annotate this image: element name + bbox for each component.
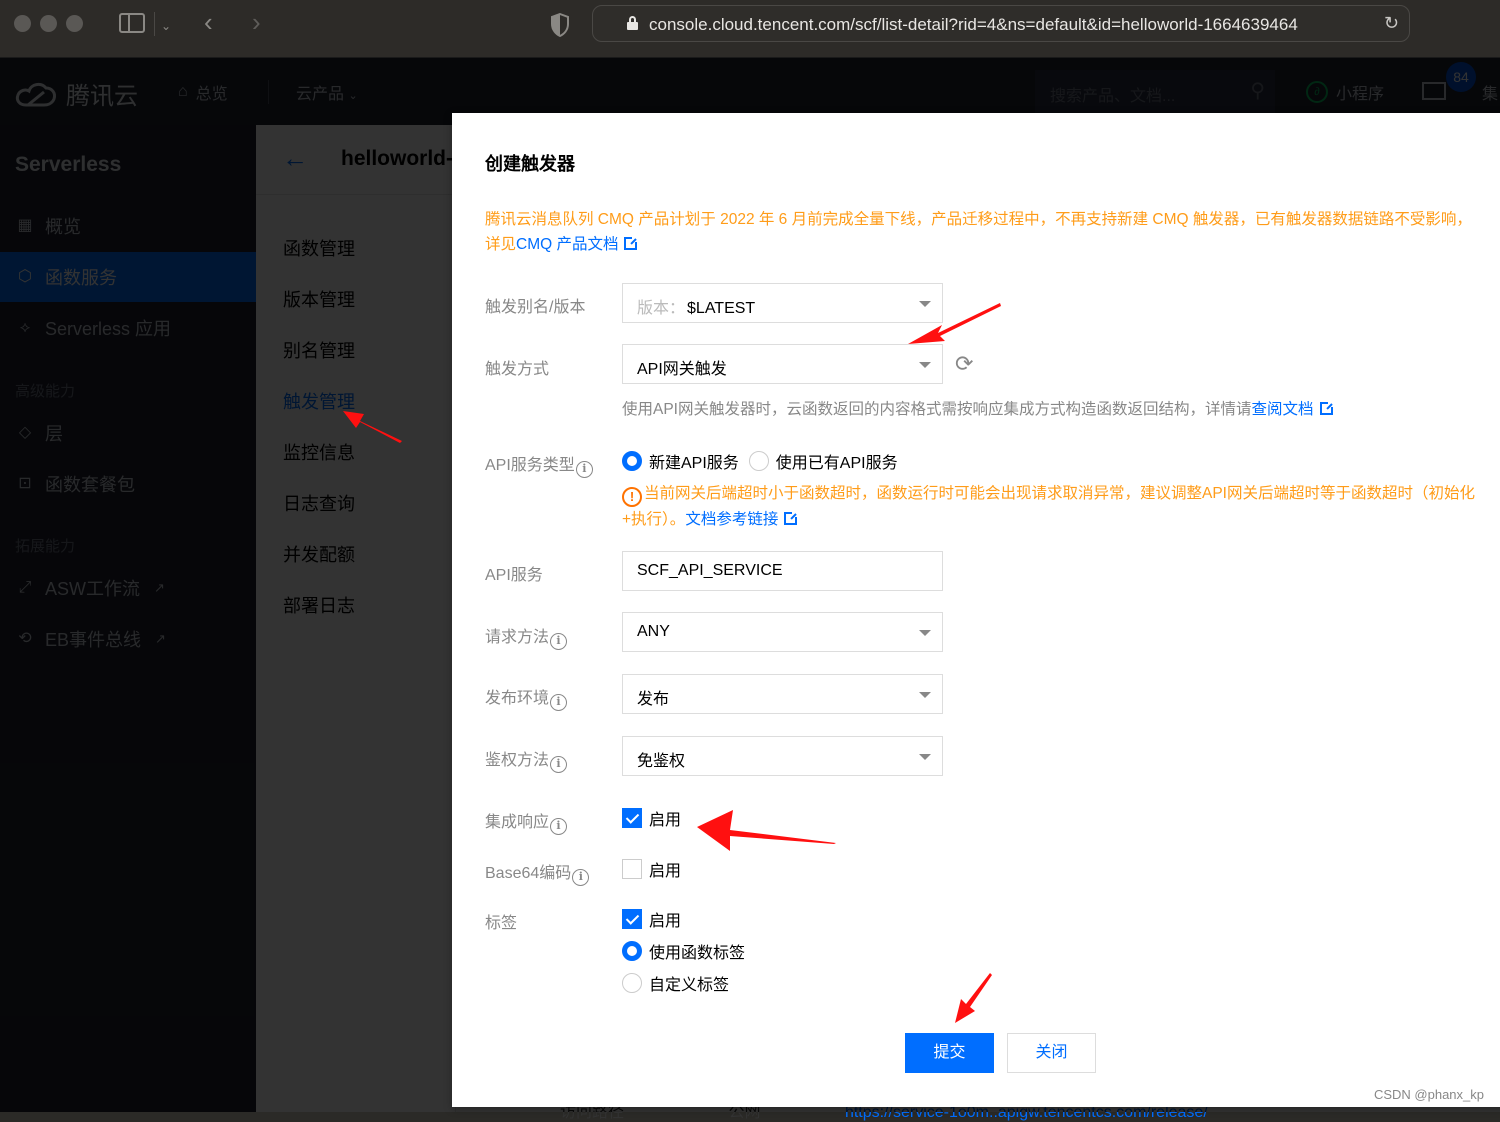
label-text: API服务类型 [485,457,575,474]
publish-env-label: 发布环境 i [485,684,568,711]
sidebar-toggle-icon[interactable] [119,13,145,33]
submit-button[interactable]: 提交 [905,1033,994,1073]
caret-down-icon [919,301,931,307]
publish-env-select[interactable]: 发布 [622,674,943,714]
radio-new-api-service[interactable] [622,451,642,471]
dialog-title: 创建触发器 [485,154,575,174]
cmq-docs-link[interactable]: CMQ 产品文档 [516,236,618,253]
caret-down-icon [919,692,931,698]
request-method-label: 请求方法 i [485,623,568,650]
trigger-type-select[interactable]: API网关触发 [622,344,943,384]
radio-selected[interactable] [622,941,642,961]
label-text: Base64编码 [485,865,572,882]
info-icon[interactable]: i [550,818,568,835]
integration-response-checkbox[interactable]: 启用 [622,806,681,830]
caret-down-icon [919,754,931,760]
api-service-label: API服务 [485,567,543,584]
trigger-type-label: 触发方式 [485,361,550,378]
info-icon[interactable]: i [575,461,593,478]
trigger-help-text: 使用API网关触发器时，云函数返回的内容格式需按响应集成方式构造函数返回结构，详… [622,397,1334,419]
radio-existing-api-service[interactable] [748,451,769,471]
address-bar[interactable]: console.cloud.tencent.com/scf/list-detai… [592,5,1410,42]
checkbox-checked[interactable] [622,808,642,828]
external-link-icon[interactable] [784,511,799,525]
doc-reference-link[interactable]: 文档参考链接 [685,511,778,528]
external-link-icon[interactable] [1319,401,1334,415]
alias-version-label: 触发别名/版本 [485,299,586,316]
notice-text: 腾讯云消息队列 CMQ 产品计划于 2022 年 6 月前完成全量下线，产品迁移… [485,211,1472,228]
window-maximize-button[interactable] [66,15,83,32]
label-text: 鉴权方法 [485,752,550,769]
tags-checkbox[interactable]: 启用 [622,907,681,931]
auth-method-label: 鉴权方法 i [485,746,568,773]
radio-label[interactable]: 使用函数标签 [649,939,745,963]
base64-label: Base64编码 i [485,859,590,886]
radio-use-function-tags[interactable]: 使用函数标签 [622,939,745,963]
api-service-type-group: 新建API服务 使用已有API服务 [622,449,898,473]
external-link-icon[interactable] [624,236,639,250]
browser-toolbar: ⌄ ‹ › console.cloud.tencent.com/scf/list… [0,0,1500,58]
api-service-type-label: API服务类型 i [485,451,593,478]
window-minimize-button[interactable] [40,15,57,32]
url-text[interactable]: console.cloud.tencent.com/scf/list-detai… [649,15,1369,35]
create-trigger-dialog: 创建触发器 腾讯云消息队列 CMQ 产品计划于 2022 年 6 月前完成全量下… [452,113,1500,1107]
select-prefix: 版本： [637,300,686,317]
back-button[interactable]: ‹ [204,9,213,35]
label-text: 请求方法 [485,629,550,646]
radio-label[interactable]: 使用已有API服务 [776,449,898,473]
alias-version-value: $LATEST [687,300,756,317]
radio-custom-tags[interactable]: 自定义标签 [622,971,729,995]
info-icon[interactable]: i [550,694,568,711]
auth-method-select[interactable]: 免鉴权 [622,736,943,776]
info-icon[interactable]: i [572,869,590,886]
info-icon[interactable]: i [550,756,568,773]
checkbox-label[interactable]: 启用 [649,857,681,881]
auth-method-value: 免鉴权 [637,753,686,770]
publish-env-value: 发布 [637,691,670,708]
view-docs-link[interactable]: 查阅文档 [1252,401,1314,418]
toolbar-divider [154,12,155,36]
radio-unselected[interactable] [622,973,642,993]
refresh-icon[interactable]: ⟳ [955,351,973,377]
api-service-field[interactable] [622,551,943,591]
checkbox-unchecked[interactable] [622,859,642,879]
base64-checkbox[interactable]: 启用 [622,857,681,881]
api-service-input[interactable] [623,552,942,590]
radio-label[interactable]: 新建API服务 [649,449,739,473]
close-button[interactable]: 关闭 [1007,1033,1096,1073]
reload-icon[interactable]: ↻ [1384,13,1399,34]
window-close-button[interactable] [14,15,31,32]
label-text: 集成响应 [485,814,550,831]
chevron-down-icon[interactable]: ⌄ [161,16,171,36]
checkbox-checked[interactable] [622,909,642,929]
timeout-warning: ! 当前网关后端超时小于函数超时，函数运行时可能会出现请求取消异常，建议调整API… [622,481,1482,532]
checkbox-label[interactable]: 启用 [649,806,681,830]
integration-response-label: 集成响应 i [485,808,568,835]
watermark: CSDN @phanx_kp [1373,1087,1484,1102]
label-text: 发布环境 [485,690,550,707]
lock-icon [627,16,638,30]
warning-icon: ! [622,487,642,507]
alias-version-select[interactable]: 版本： $LATEST [622,283,943,323]
radio-label[interactable]: 自定义标签 [649,971,729,995]
notice-prefix: 详见 [485,236,517,253]
request-method-value: ANY [637,623,670,640]
tags-label: 标签 [485,915,518,932]
cmq-deprecation-notice: 腾讯云消息队列 CMQ 产品计划于 2022 年 6 月前完成全量下线，产品迁移… [485,207,1500,257]
checkbox-label[interactable]: 启用 [649,907,681,931]
caret-down-icon [919,630,931,636]
shield-icon[interactable] [550,12,570,41]
caret-down-icon [919,362,931,368]
info-icon[interactable]: i [550,633,568,650]
request-method-select[interactable]: ANY [622,612,943,652]
trigger-help-body: 使用API网关触发器时，云函数返回的内容格式需按响应集成方式构造函数返回结构，详… [622,401,1252,418]
forward-button[interactable]: › [252,9,261,35]
trigger-type-value: API网关触发 [637,361,727,378]
